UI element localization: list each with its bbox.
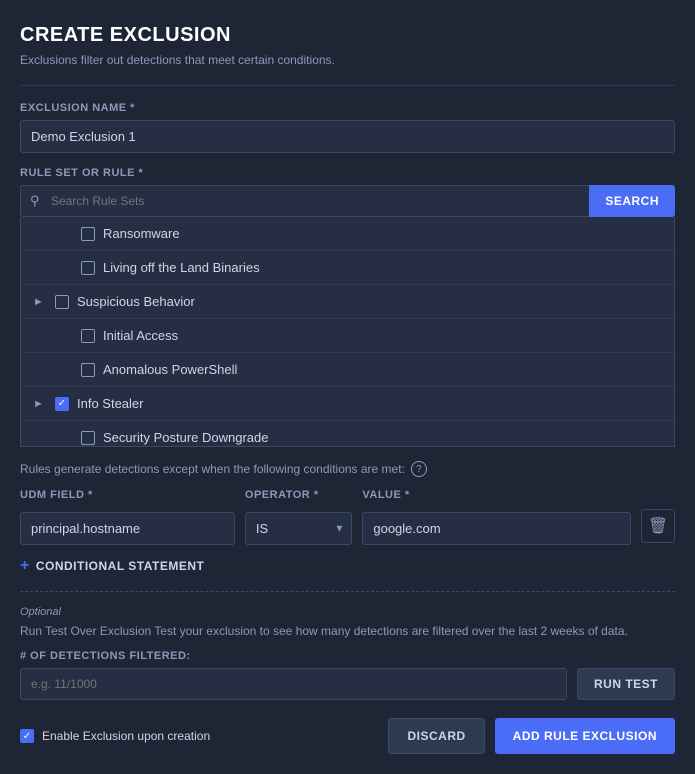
rule-item-suspicious-behavior[interactable]: ► Suspicious Behavior [21, 285, 674, 319]
checkbox-ransomware[interactable] [81, 227, 95, 241]
delete-condition-group: 🗑 [641, 509, 675, 545]
dashed-divider [20, 591, 675, 592]
value-field-group: VALUE * [362, 489, 631, 545]
search-input[interactable] [20, 185, 589, 217]
rule-item-info-stealer[interactable]: ► Info Stealer [21, 387, 674, 421]
rule-item-initial-access[interactable]: Initial Access [21, 319, 674, 353]
rule-label-initial-access: Initial Access [103, 328, 178, 343]
exclusion-name-input[interactable] [20, 120, 675, 153]
operator-select-wrap: IS IS NOT CONTAINS STARTS WITH ENDS WITH… [245, 512, 352, 545]
value-label: VALUE * [362, 489, 631, 501]
rule-item-anomalous-powershell[interactable]: Anomalous PowerShell [21, 353, 674, 387]
run-test-button[interactable]: RUN TEST [577, 668, 675, 700]
optional-label: Optional [20, 606, 675, 618]
rule-label-suspicious-behavior: Suspicious Behavior [77, 294, 195, 309]
header-divider [20, 85, 675, 86]
create-exclusion-form: CREATE EXCLUSION Exclusions filter out d… [0, 0, 695, 774]
delete-condition-button[interactable]: 🗑 [641, 509, 675, 543]
checkbox-suspicious-behavior[interactable] [55, 295, 69, 309]
footer-buttons: DISCARD ADD RULE EXCLUSION [388, 718, 675, 754]
rule-label-security-posture: Security Posture Downgrade [103, 430, 268, 445]
detections-input[interactable] [20, 668, 567, 700]
chevron-suspicious-behavior: ► [33, 296, 47, 308]
checkbox-anomalous-powershell[interactable] [81, 363, 95, 377]
operator-label: OPERATOR * [245, 489, 352, 501]
add-exclusion-button[interactable]: ADD RULE EXCLUSION [495, 718, 675, 754]
rule-set-label: RULE SET OR RULE * [20, 167, 675, 179]
checkbox-initial-access[interactable] [81, 329, 95, 343]
udm-label: UDM FIELD * [20, 489, 235, 501]
help-icon[interactable]: ? [411, 461, 427, 477]
rule-label-anomalous-powershell: Anomalous PowerShell [103, 362, 237, 377]
add-condition-button[interactable]: + CONDITIONAL STATEMENT [20, 557, 204, 575]
search-row: ⚲ SEARCH [20, 185, 675, 217]
condition-fields-row: UDM FIELD * OPERATOR * IS IS NOT CONTAIN… [20, 489, 675, 545]
search-button[interactable]: SEARCH [589, 185, 675, 217]
search-icon: ⚲ [30, 193, 40, 209]
rule-item-ransomware[interactable]: Ransomware [21, 217, 674, 251]
rule-label-info-stealer: Info Stealer [77, 396, 144, 411]
chevron-info-stealer: ► [33, 398, 47, 410]
udm-field-input[interactable] [20, 512, 235, 545]
footer-row: Enable Exclusion upon creation DISCARD A… [20, 718, 675, 754]
udm-field-group: UDM FIELD * [20, 489, 235, 545]
checkbox-living-off-land[interactable] [81, 261, 95, 275]
search-input-wrap: ⚲ [20, 185, 589, 217]
rule-item-security-posture[interactable]: Security Posture Downgrade [21, 421, 674, 447]
operator-select[interactable]: IS IS NOT CONTAINS STARTS WITH ENDS WITH [245, 512, 352, 545]
checkbox-security-posture[interactable] [81, 431, 95, 445]
rule-list-wrap: Ransomware Living off the Land Binaries … [20, 217, 675, 447]
rule-label-living-off-land: Living off the Land Binaries [103, 260, 260, 275]
rule-list: Ransomware Living off the Land Binaries … [20, 217, 675, 447]
plus-icon: + [20, 557, 30, 575]
exclusion-name-label: EXCLUSION NAME * [20, 102, 675, 114]
trash-icon: 🗑 [648, 516, 668, 536]
page-title: CREATE EXCLUSION [20, 24, 675, 47]
rule-item-living-off-land[interactable]: Living off the Land Binaries [21, 251, 674, 285]
run-test-description: Run Test Over Exclusion Test your exclus… [20, 622, 675, 640]
detections-label: # OF DETECTIONS FILTERED: [20, 650, 675, 662]
rule-label-ransomware: Ransomware [103, 226, 180, 241]
run-test-row: RUN TEST [20, 668, 675, 700]
value-field-input[interactable] [362, 512, 631, 545]
page-subtitle: Exclusions filter out detections that me… [20, 53, 675, 67]
checkbox-info-stealer[interactable] [55, 397, 69, 411]
add-condition-label: CONDITIONAL STATEMENT [36, 559, 205, 573]
conditions-text: Rules generate detections except when th… [20, 461, 675, 477]
discard-button[interactable]: DISCARD [388, 718, 484, 754]
operator-field-group: OPERATOR * IS IS NOT CONTAINS STARTS WIT… [245, 489, 352, 545]
